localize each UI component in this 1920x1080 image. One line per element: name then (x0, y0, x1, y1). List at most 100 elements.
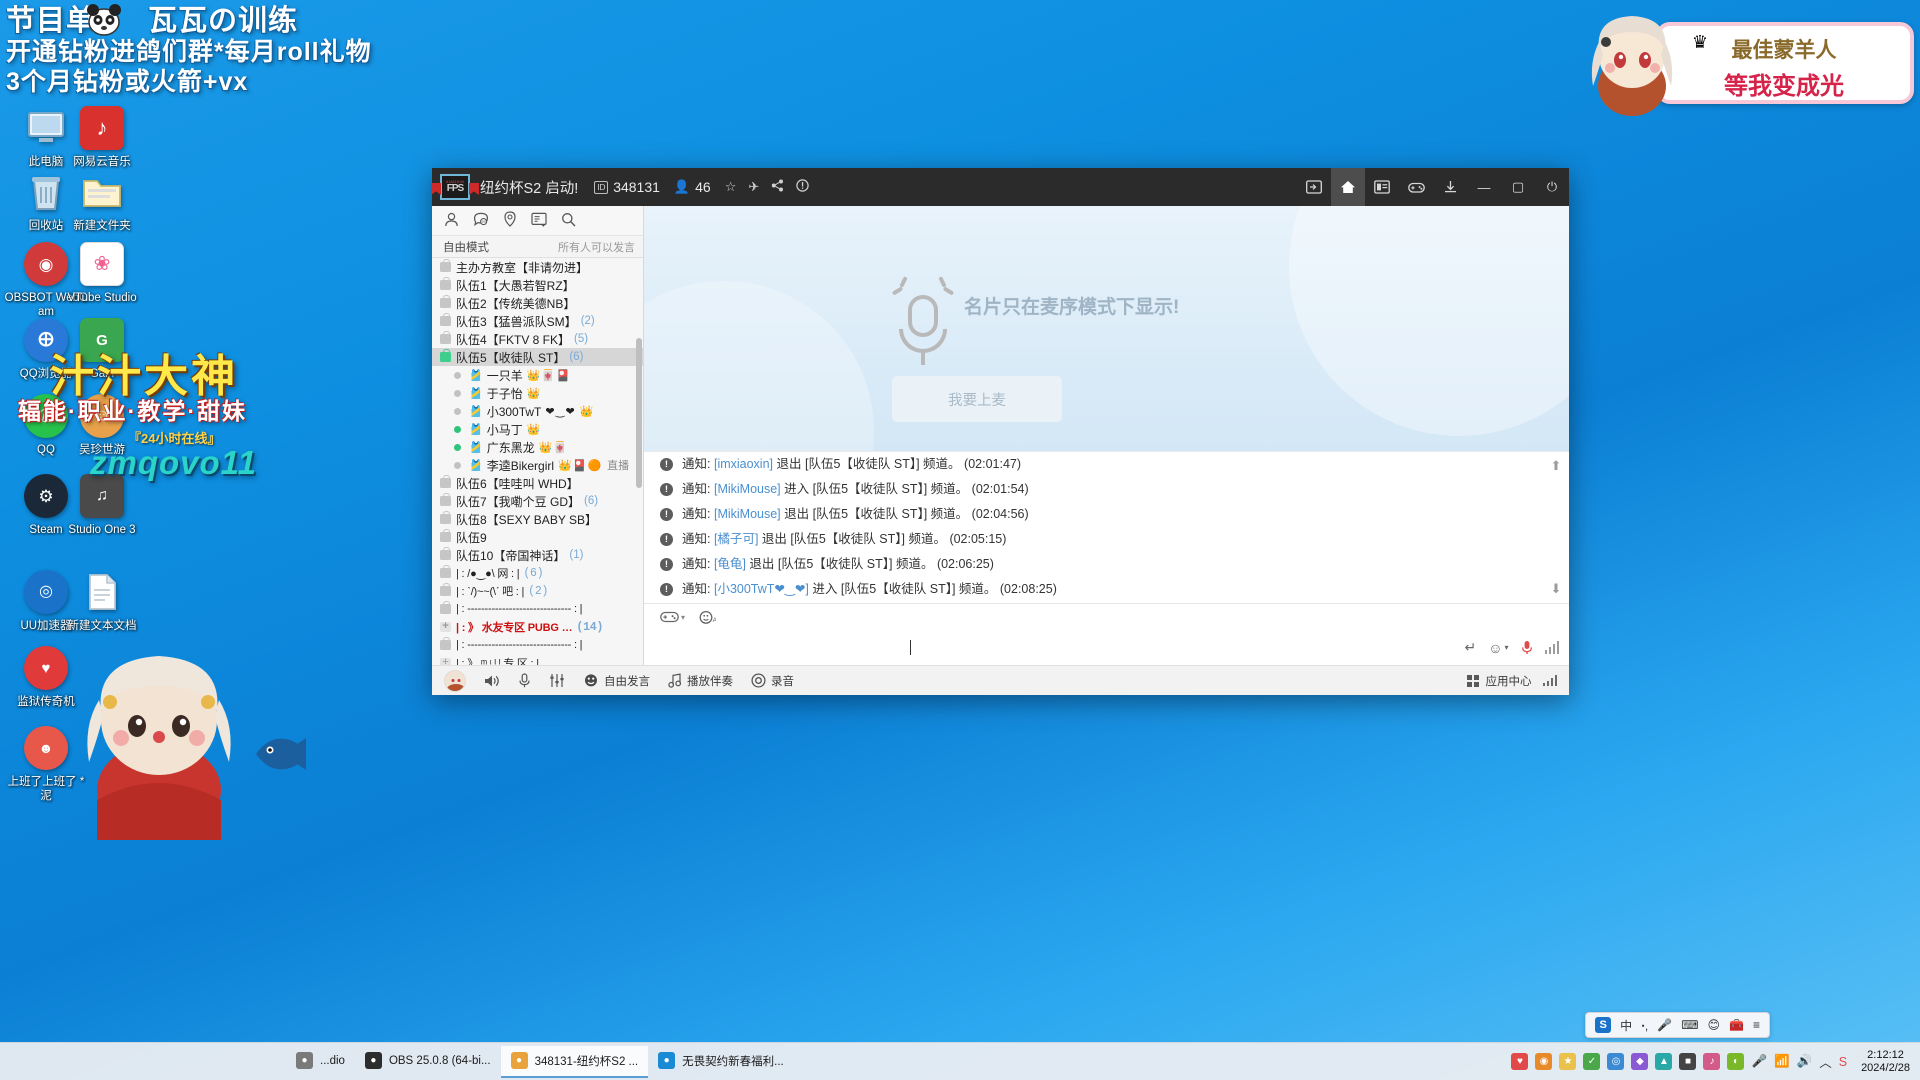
game-controller-icon[interactable]: ▾ (660, 610, 685, 624)
info-icon[interactable] (796, 179, 809, 195)
mixer-icon[interactable] (549, 673, 565, 688)
request-mic-button[interactable]: 我要上麦 (892, 376, 1062, 422)
tray-icon-red[interactable]: ♥ (1511, 1053, 1529, 1070)
channel-row[interactable]: 队伍7【我嘞个豆 GD】 (6) (432, 492, 643, 510)
ime-mode-label[interactable]: 中 (1620, 1017, 1632, 1034)
scroll-down-button[interactable]: ⬇ (1549, 581, 1563, 597)
channel-row[interactable]: 主办方教室【非请勿进】 (432, 258, 643, 276)
app-center-button[interactable]: 应用中心 (1466, 673, 1557, 689)
ime-punct-label[interactable]: ꞏ, (1641, 1017, 1648, 1034)
channel-row[interactable]: 队伍4【FKTV 8 FK】 (5) (432, 330, 643, 348)
mic-icon[interactable] (518, 673, 531, 688)
channel-row[interactable]: 队伍10【帝国神话】 (1) (432, 546, 643, 564)
sogou-logo-icon[interactable]: S (1595, 1017, 1612, 1033)
mic-icon[interactable] (1521, 640, 1533, 655)
taskbar-item[interactable]: ● ...dio (286, 1046, 355, 1078)
channel-row-ascii[interactable]: + | : 》 水友专区 PUBG … (14) (432, 618, 643, 636)
tray-network-icon[interactable]: 📶 (1774, 1054, 1790, 1069)
channel-row[interactable]: 队伍6【哇哇叫 WHD】 (432, 474, 643, 492)
channel-row-ascii[interactable]: | : ˋ/)~~(\ˊ 吧 : | (2) (432, 582, 643, 600)
tray-up-arrow-icon[interactable]: ︿ (1819, 1052, 1832, 1071)
taskbar-item[interactable]: ● 无畏契约新春福利... (648, 1046, 794, 1078)
member-name: 小300TwT (486, 404, 542, 419)
expand-plus-icon[interactable]: + (440, 658, 451, 665)
location-icon[interactable] (503, 211, 517, 230)
tray-icon-blue[interactable]: ◎ (1607, 1053, 1625, 1070)
ime-toolbar[interactable]: S 中 ꞏ, 🎤 ⌨ 😊 🧰 ≡ (1585, 1012, 1770, 1038)
channel-list[interactable]: 主办方教室【非请勿进】 队伍1【大愚若智RZ】 队伍2【传统美德NB】 队伍3【猛兽派… (432, 258, 643, 665)
tray-icon-lime[interactable]: ◐ (1727, 1053, 1745, 1070)
chat-icon[interactable]: 99 (473, 212, 489, 230)
record-button[interactable]: 录音 (751, 673, 794, 689)
plane-icon[interactable]: ✈ (748, 179, 759, 195)
channel-row-ascii[interactable]: | : ------------------------------ : | (432, 636, 643, 654)
board-icon[interactable] (531, 212, 547, 230)
message-list[interactable]: ⬆ ⬇ ! 通知: [imxiaoxin] 退出 [队伍5【收徒队 ST】] 频道… (644, 451, 1569, 603)
ime-menu-icon[interactable]: ≡ (1753, 1018, 1760, 1032)
taskbar-item[interactable]: ● 348131-纽约杯S2 ... (500, 1045, 649, 1078)
play-music-button[interactable]: 播放伴奏 (668, 673, 733, 689)
free-speak-button[interactable]: 自由发言 (583, 673, 650, 689)
expand-plus-icon[interactable]: + (440, 622, 451, 633)
channel-member-row[interactable]: 🎽 于子怡 👑 (432, 384, 643, 402)
close-power-button[interactable]: ⏻ (1535, 168, 1569, 206)
desktop-icon-netease-music[interactable]: ♪ 网易云音乐 (60, 104, 144, 169)
screen-share-button[interactable] (1297, 168, 1331, 206)
home-button[interactable] (1331, 168, 1365, 206)
desktop-icon-text-file[interactable]: 新建文本文档 (60, 568, 144, 633)
tray-icon-teal[interactable]: ▲ (1655, 1053, 1673, 1070)
person-icon[interactable] (444, 212, 459, 230)
channel-row[interactable]: 队伍3【猛兽派队SM】 (2) (432, 312, 643, 330)
channel-row[interactable]: 队伍8【SEXY BABY SB】 (432, 510, 643, 528)
share-icon[interactable] (771, 179, 784, 195)
desktop-icon-vtube-studio[interactable]: ❀ VTube Studio (60, 240, 144, 305)
desktop-icon-new-folder[interactable]: 新建文件夹 (60, 168, 144, 233)
channel-row-ascii[interactable]: | : ------------------------------ : | (432, 600, 643, 618)
search-icon[interactable] (561, 212, 576, 230)
ime-mic-icon[interactable]: 🎤 (1657, 1018, 1672, 1032)
channel-member-row[interactable]: 🎽 广东黑龙 👑🀄 (432, 438, 643, 456)
ime-tools-icon[interactable]: 🧰 (1729, 1018, 1744, 1032)
channel-member-row[interactable]: 🎽 李逵Bikergirl 👑🎴🟠 直播 (432, 456, 643, 474)
tray-mic-icon[interactable]: 🎤 (1751, 1054, 1767, 1069)
taskbar-clock[interactable]: 2:12:12 2024/2/28 (1855, 1049, 1920, 1075)
speaker-icon[interactable] (484, 674, 500, 688)
channel-row[interactable]: 队伍9 (432, 528, 643, 546)
member-count-value: 46 (695, 179, 711, 195)
channel-list-scrollbar[interactable] (636, 338, 642, 488)
channel-list-button[interactable] (1365, 168, 1399, 206)
channel-row[interactable]: 队伍2【传统美德NB】 (432, 294, 643, 312)
desktop-icon-studio-one[interactable]: ♫ Studio One 3 (60, 472, 144, 537)
scroll-up-button[interactable]: ⬆ (1549, 458, 1563, 474)
avatar[interactable] (444, 669, 466, 692)
channel-member-row[interactable]: 🎽 小300TwT ❤‿❤ 👑 (432, 402, 643, 420)
game-button[interactable] (1399, 168, 1433, 206)
tray-icon-purple[interactable]: ◆ (1631, 1053, 1649, 1070)
tray-sogou-icon[interactable]: S (1839, 1055, 1847, 1069)
minimize-button[interactable]: — (1467, 168, 1501, 206)
favorite-star-icon[interactable]: ☆ (725, 179, 737, 195)
channel-member-row[interactable]: 🎽 一只羊 👑🀄🎴 (432, 366, 643, 384)
message-input-row[interactable]: ↵ ☺ ▾ (644, 630, 1569, 665)
desktop-icon-app-wu[interactable]: ☺ 吴珍世游 (60, 392, 144, 457)
ime-emoji-icon[interactable]: 😊 (1708, 1018, 1721, 1032)
tray-volume-icon[interactable]: 🔊 (1797, 1054, 1813, 1069)
tray-icon-orange[interactable]: ◉ (1535, 1053, 1553, 1070)
emoji-icon[interactable]: ☺ ▾ (1488, 640, 1508, 656)
tray-icon-dark[interactable]: ■ (1679, 1053, 1697, 1070)
channel-row[interactable]: 队伍5【收徒队 ST】 (6) (432, 348, 643, 366)
send-enter-icon[interactable]: ↵ (1464, 639, 1476, 656)
emoji-a-icon[interactable]: A (699, 610, 716, 625)
desktop-icon-gain[interactable]: G Gain (60, 316, 144, 381)
channel-row-ascii[interactable]: + | : 》 ᵐ ᵎ ᴵ ᴵ 专 区 : | (432, 654, 643, 665)
taskbar-item[interactable]: ● OBS 25.0.8 (64-bi... (355, 1046, 501, 1078)
tray-icon-green[interactable]: ✓ (1583, 1053, 1601, 1070)
channel-row-ascii[interactable]: | : /●‿●\ 网 : | (6) (432, 564, 643, 582)
tray-icon-yellow[interactable]: ★ (1559, 1053, 1577, 1070)
channel-row[interactable]: 队伍1【大愚若智RZ】 (432, 276, 643, 294)
maximize-button[interactable]: ▢ (1501, 168, 1535, 206)
download-button[interactable] (1433, 168, 1467, 206)
tray-icon-pink[interactable]: ♪ (1703, 1053, 1721, 1070)
ime-keyboard-icon[interactable]: ⌨ (1681, 1018, 1698, 1032)
channel-member-row[interactable]: 🎽 小马丁 👑 (432, 420, 643, 438)
